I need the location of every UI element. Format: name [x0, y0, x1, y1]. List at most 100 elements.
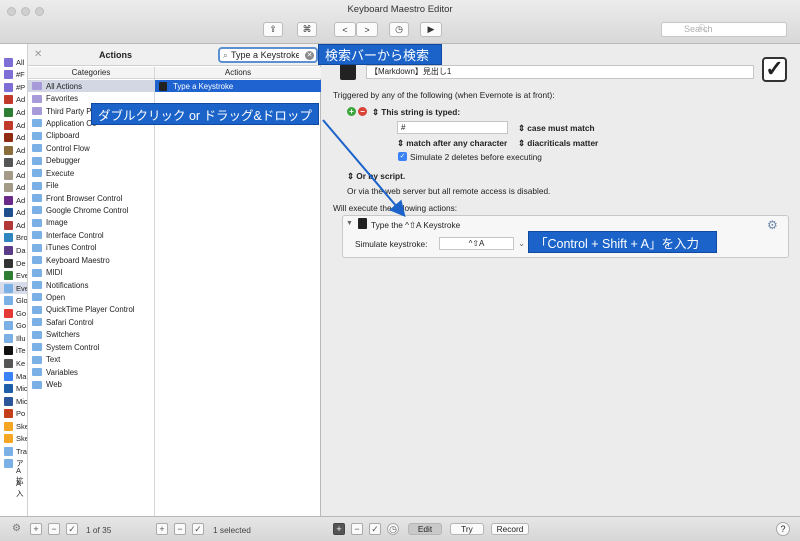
add-trigger-button[interactable]: +: [333, 523, 345, 535]
macro-group-item[interactable]: Go: [0, 320, 27, 333]
macro-group-item[interactable]: Ske: [0, 420, 27, 433]
macro-group-item[interactable]: Go: [0, 307, 27, 320]
macro-group-item[interactable]: Mic: [0, 382, 27, 395]
macro-group-item[interactable]: #P: [0, 81, 27, 94]
macro-group-item[interactable]: Ad: [0, 106, 27, 119]
category-item[interactable]: Safari Control: [28, 316, 154, 328]
macro-group-item[interactable]: Po: [0, 407, 27, 420]
macro-group-item[interactable]: Eve: [0, 269, 27, 282]
macro-group-item[interactable]: Eve: [0, 281, 27, 295]
category-item[interactable]: Front Browser Control: [28, 192, 154, 204]
category-item[interactable]: Notifications: [28, 279, 154, 291]
category-item[interactable]: Control Flow: [28, 142, 154, 154]
category-item[interactable]: Image: [28, 217, 154, 229]
keystroke-field[interactable]: ^⇧A: [439, 237, 514, 250]
macro-group-item[interactable]: #F: [0, 69, 27, 82]
trigger-string-field[interactable]: #: [397, 121, 508, 134]
macro-group-item[interactable]: A 入: [0, 479, 27, 498]
folder-icon: [32, 156, 42, 165]
add-macro-button[interactable]: +: [30, 523, 42, 535]
macro-group-item[interactable]: All: [0, 56, 27, 69]
category-item[interactable]: MIDI: [28, 266, 154, 278]
macro-group-label: All: [16, 57, 25, 67]
match-after-popup[interactable]: ⇕ match after any character: [397, 138, 507, 148]
macro-group-icon: [4, 283, 13, 293]
case-popup[interactable]: ⇕ case must match: [518, 123, 595, 133]
remove-trigger-icon[interactable]: −: [358, 107, 367, 116]
edit-button[interactable]: Edit: [408, 523, 442, 535]
macro-icon[interactable]: [340, 63, 356, 80]
clock-icon[interactable]: ◷: [387, 523, 399, 535]
category-item[interactable]: File: [28, 179, 154, 191]
add-action-button[interactable]: +: [156, 523, 168, 535]
remove-trigger-button[interactable]: −: [351, 523, 363, 535]
script-trigger-popup[interactable]: ⇕ Or by script.: [347, 171, 405, 181]
trigger-type-popup[interactable]: ⇕ This string is typed:: [372, 107, 460, 117]
diacriticals-popup[interactable]: ⇕ diacriticals matter: [518, 138, 598, 148]
forward-button[interactable]: >: [356, 22, 378, 37]
category-item[interactable]: Text: [28, 353, 154, 365]
macro-group-item[interactable]: Ad: [0, 194, 27, 207]
category-item[interactable]: Keyboard Maestro: [28, 254, 154, 266]
macro-group-item[interactable]: Ske: [0, 433, 27, 446]
category-item[interactable]: System Control: [28, 341, 154, 353]
help-button[interactable]: ?: [776, 522, 790, 536]
macro-group-item[interactable]: Ad: [0, 207, 27, 220]
remove-macro-button[interactable]: −: [48, 523, 60, 535]
macro-group-item[interactable]: Da: [0, 244, 27, 257]
share-button[interactable]: ⇪: [263, 22, 283, 37]
macro-group-item[interactable]: Ad: [0, 94, 27, 107]
remove-action-button[interactable]: −: [174, 523, 186, 535]
try-button[interactable]: Try: [450, 523, 484, 535]
category-item[interactable]: Interface Control: [28, 229, 154, 241]
actions-search-input[interactable]: ⌕ Type a Keystroke ✕: [218, 47, 318, 63]
macro-group-item[interactable]: Tra: [0, 445, 27, 458]
category-item[interactable]: Open: [28, 291, 154, 303]
run-button[interactable]: ▶: [420, 22, 442, 37]
column-divider[interactable]: [154, 67, 155, 516]
macro-name-field[interactable]: 【Markdown】見出し1: [366, 65, 754, 79]
enable-macro-button[interactable]: ✓: [66, 523, 78, 535]
gear-icon[interactable]: ⚙: [12, 523, 21, 534]
action-item-type-a-keystroke[interactable]: Type a Keystroke: [155, 80, 321, 92]
chevron-down-icon[interactable]: ⌄: [518, 238, 525, 248]
macro-group-item[interactable]: Ad: [0, 131, 27, 144]
macro-group-item[interactable]: iTe: [0, 345, 27, 358]
disclosure-triangle-icon[interactable]: ▼: [346, 220, 353, 227]
macro-group-item[interactable]: Mic: [0, 395, 27, 408]
enable-action-button[interactable]: ✓: [192, 523, 204, 535]
record-button[interactable]: Record: [491, 523, 529, 535]
category-item[interactable]: iTunes Control: [28, 242, 154, 254]
gear-icon[interactable]: ⚙: [767, 218, 778, 232]
macro-group-item[interactable]: Ad: [0, 144, 27, 157]
macro-group-item[interactable]: Ad: [0, 219, 27, 232]
macro-group-item[interactable]: Ad: [0, 169, 27, 182]
category-item[interactable]: Switchers: [28, 329, 154, 341]
category-item[interactable]: Google Chrome Control: [28, 204, 154, 216]
category-item[interactable]: Debugger: [28, 155, 154, 167]
add-trigger-icon[interactable]: +: [347, 107, 356, 116]
back-button[interactable]: <: [334, 22, 356, 37]
macro-group-item[interactable]: Bro: [0, 232, 27, 245]
macro-group-item[interactable]: De: [0, 257, 27, 270]
category-item[interactable]: QuickTime Player Control: [28, 304, 154, 316]
macro-group-item[interactable]: Ma: [0, 370, 27, 383]
macro-enabled-checkbox[interactable]: ✓: [762, 57, 787, 82]
category-item[interactable]: Execute: [28, 167, 154, 179]
macro-group-item[interactable]: Glo: [0, 294, 27, 307]
category-item[interactable]: Variables: [28, 366, 154, 378]
macro-group-item[interactable]: Ke: [0, 357, 27, 370]
history-button[interactable]: ◷: [389, 22, 409, 37]
command-button[interactable]: ⌘: [297, 22, 317, 37]
macro-group-item[interactable]: Ad: [0, 156, 27, 169]
category-item[interactable]: All Actions: [28, 80, 154, 93]
macro-group-item[interactable]: Illu: [0, 332, 27, 345]
macro-group-item[interactable]: Ad: [0, 182, 27, 195]
macro-group-item[interactable]: Ad: [0, 119, 27, 132]
category-item[interactable]: Clipboard: [28, 130, 154, 142]
enable-trigger-button[interactable]: ✓: [369, 523, 381, 535]
search-input[interactable]: Search: [661, 22, 787, 37]
category-item[interactable]: Web: [28, 378, 154, 390]
clear-search-icon[interactable]: ✕: [305, 50, 314, 60]
simulate-deletes-checkbox[interactable]: ✓: [398, 152, 407, 161]
